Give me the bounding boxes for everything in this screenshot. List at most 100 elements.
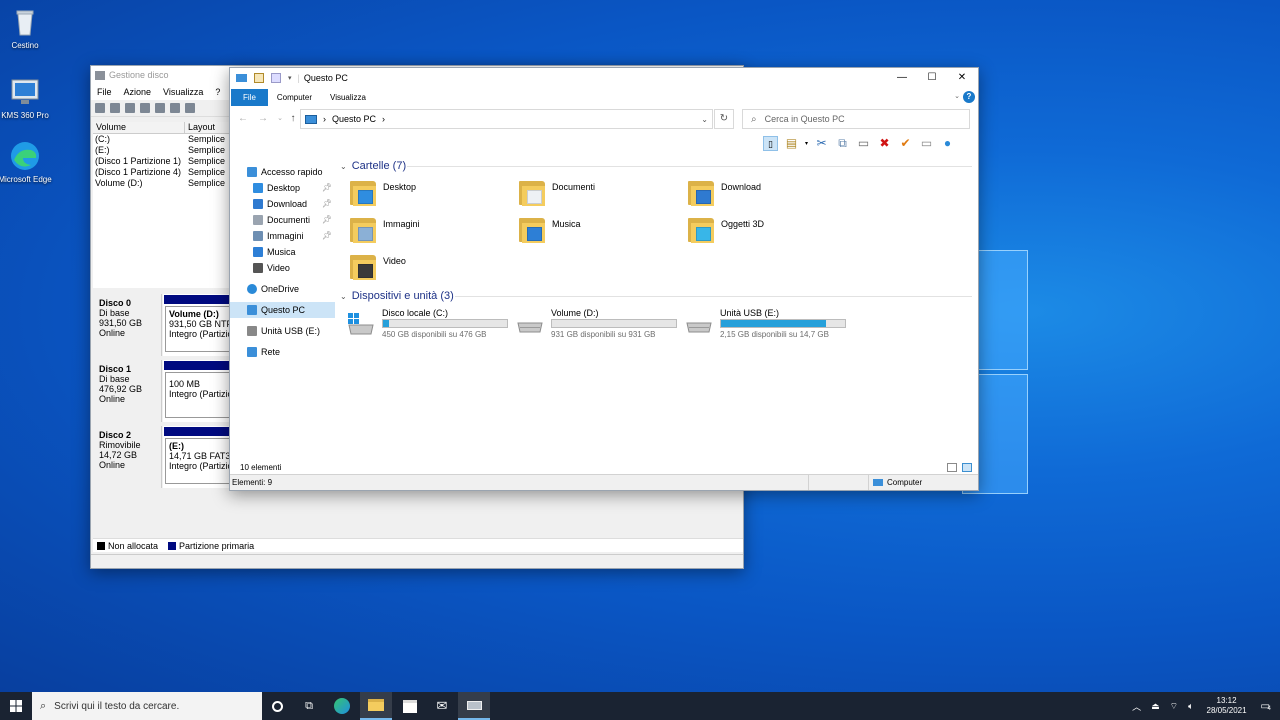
search-input[interactable]: ⌕ Cerca in Questo PC — [742, 109, 970, 129]
folder-item[interactable]: Musica — [512, 214, 672, 248]
up-icon[interactable]: ↑ — [286, 112, 300, 126]
expand-ribbon-icon[interactable]: ⌄ — [954, 92, 960, 100]
properties-icon[interactable] — [254, 73, 264, 83]
disk-row[interactable]: Disco 0 Di base 931,50 GB Online Volume … — [93, 294, 235, 356]
taskbar-search-input[interactable]: ⌕ Scrivi qui il testo da cercare. — [32, 692, 262, 720]
globe-icon[interactable]: ● — [940, 136, 955, 151]
tab-computer[interactable]: Computer — [268, 89, 321, 106]
nav-item[interactable]: Video — [230, 260, 335, 276]
cortana-button[interactable] — [262, 692, 292, 720]
folder-item[interactable]: Desktop — [343, 177, 503, 211]
clock[interactable]: 13:12 28/05/2021 — [1207, 696, 1247, 716]
help-button[interactable]: ? — [963, 91, 975, 103]
taskbar-edge[interactable] — [326, 692, 358, 720]
checkmark-icon[interactable]: ✔ — [898, 136, 913, 151]
folder-item[interactable]: Documenti — [512, 177, 672, 211]
folder-item[interactable]: Download — [681, 177, 841, 211]
desktop-icon-recycle-bin[interactable]: Cestino — [0, 6, 55, 50]
forward-icon[interactable] — [110, 103, 120, 113]
table-row[interactable]: (Disco 1 Partizione 1) Semplice — [93, 156, 233, 167]
task-view-button[interactable]: ⧉ — [294, 692, 324, 720]
menu-file[interactable]: File — [97, 87, 112, 98]
title-bar[interactable]: ▾ | Questo PC — ☐ ✕ — [230, 68, 978, 88]
minimize-button[interactable]: — — [887, 68, 917, 88]
drive-item[interactable]: Disco locale (C:) 450 GB disponibili su 4… — [342, 308, 512, 342]
taskbar-mail[interactable]: ✉ — [426, 692, 458, 720]
copy-icon[interactable]: ⧉ — [835, 136, 850, 151]
breadcrumb-item[interactable]: Questo PC — [332, 114, 376, 124]
check-icon[interactable] — [185, 103, 195, 113]
devices-group-header[interactable]: ⌄ Dispositivi e unità (3) — [340, 288, 454, 304]
nav-item[interactable]: Rete — [230, 344, 335, 360]
drive-item[interactable]: Volume (D:) 931 GB disponibili su 931 GB — [511, 308, 681, 342]
nav-item[interactable]: Desktop 📌︎ — [230, 180, 335, 196]
desktop-icon-edge[interactable]: Microsoft Edge — [0, 140, 55, 184]
back-icon[interactable]: ← — [236, 112, 250, 126]
navigation-pane-icon[interactable]: ▯ — [763, 135, 778, 151]
column-layout[interactable]: Layout — [185, 122, 233, 133]
volume-icon[interactable]: 🔈︎ — [1188, 701, 1193, 712]
collapse-chevron-icon[interactable]: ⌄ — [340, 162, 347, 171]
new-folder-icon[interactable] — [271, 73, 281, 83]
start-button[interactable] — [0, 692, 32, 720]
properties-icon[interactable] — [125, 103, 135, 113]
nav-item[interactable]: Questo PC — [230, 302, 335, 318]
folders-group-header[interactable]: ⌄ Cartelle (7) — [340, 158, 406, 174]
tab-file[interactable]: File — [231, 89, 268, 106]
taskbar-store[interactable] — [394, 692, 426, 720]
show-hidden-icons-icon[interactable]: ︿ — [1132, 700, 1141, 713]
menu-help[interactable]: ? — [215, 87, 220, 98]
menu-action[interactable]: Azione — [124, 87, 152, 98]
list-icon[interactable] — [155, 103, 165, 113]
nav-item[interactable]: OneDrive — [230, 281, 335, 297]
nav-item[interactable]: Immagini 📌︎ — [230, 228, 335, 244]
address-bar[interactable]: › Questo PC › ⌄ — [300, 109, 713, 129]
tab-view[interactable]: Visualizza — [321, 89, 375, 106]
nav-item[interactable]: Unità USB (E:) — [230, 323, 335, 339]
table-row[interactable]: (E:) Semplice — [93, 145, 233, 156]
rename-icon[interactable]: ▭ — [919, 136, 934, 151]
table-row[interactable]: (C:) Semplice — [93, 134, 233, 145]
help-icon[interactable] — [140, 103, 150, 113]
nav-item[interactable]: Documenti 📌︎ — [230, 212, 335, 228]
customize-quick-access-icon[interactable]: ▾ — [288, 74, 292, 82]
taskbar-file-explorer[interactable] — [360, 692, 392, 720]
layout-dropdown-icon[interactable]: ▾ — [805, 140, 808, 147]
maximize-button[interactable]: ☐ — [917, 68, 947, 88]
folder-item[interactable]: Video — [343, 251, 503, 285]
notifications-button[interactable]: ▭ 4 — [1261, 701, 1271, 712]
desktop-icon-kms[interactable]: KMS 360 Pro — [0, 76, 55, 120]
menu-view[interactable]: Visualizza — [163, 87, 203, 98]
taskbar-disk-management[interactable] — [458, 692, 490, 720]
connect-icon[interactable] — [170, 103, 180, 113]
paste-icon[interactable]: ▭ — [856, 136, 871, 151]
drive-item[interactable]: Unità USB (E:) 2,15 GB disponibili su 14,… — [680, 308, 850, 342]
column-volume[interactable]: Volume — [93, 122, 185, 133]
recent-locations-icon[interactable]: ⌄ — [273, 112, 287, 126]
file-explorer-window[interactable]: ▾ | Questo PC — ☐ ✕ File Computer Visual… — [229, 67, 979, 491]
partition-block[interactable]: 100 MB Integro (Partizione — [163, 360, 235, 422]
delete-icon[interactable]: ✖ — [877, 136, 892, 151]
nav-item[interactable]: Musica — [230, 244, 335, 260]
back-icon[interactable] — [95, 103, 105, 113]
usb-device-icon[interactable]: ⏏ — [1151, 701, 1160, 712]
nav-item[interactable]: Accesso rapido — [230, 164, 335, 180]
cut-icon[interactable]: ✂ — [814, 136, 829, 151]
refresh-button[interactable]: ↻ — [714, 109, 734, 129]
partition-block[interactable]: Volume (D:) 931,50 GB NTFS Integro (Part… — [163, 294, 235, 356]
nav-item[interactable]: Download 📌︎ — [230, 196, 335, 212]
forward-icon[interactable]: → — [256, 112, 270, 126]
disk-row[interactable]: Disco 2 Rimovibile 14,72 GB Online (E:) … — [93, 426, 235, 488]
table-row[interactable]: Volume (D:) Semplice — [93, 178, 233, 189]
layout-icon[interactable]: ▤ — [784, 136, 799, 151]
partition-block[interactable]: (E:) 14,71 GB FAT32 Integro (Partizione — [163, 426, 235, 488]
wifi-icon[interactable]: ⌔ — [1170, 701, 1178, 712]
address-dropdown-icon[interactable]: ⌄ — [701, 115, 708, 124]
table-row[interactable]: (Disco 1 Partizione 4) Semplice — [93, 167, 233, 178]
details-view-icon[interactable] — [947, 463, 957, 472]
close-button[interactable]: ✕ — [947, 68, 977, 88]
collapse-chevron-icon[interactable]: ⌄ — [340, 292, 347, 301]
disk-row[interactable]: Disco 1 Di base 476,92 GB Online 100 MB … — [93, 360, 235, 422]
folder-item[interactable]: Oggetti 3D — [681, 214, 841, 248]
large-icons-view-icon[interactable] — [962, 463, 972, 472]
